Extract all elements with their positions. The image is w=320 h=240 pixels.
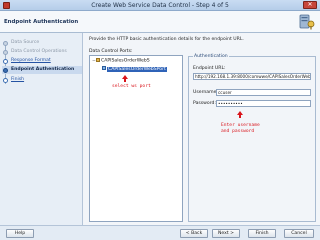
step-response-format[interactable]: Response Format <box>2 57 82 65</box>
authentication-group: Authentication Endpoint URL: http://192.… <box>188 54 316 222</box>
window-title: Create Web Service Data Control - Step 4… <box>91 2 229 9</box>
port-icon <box>102 66 106 70</box>
tree-node-port[interactable]: CAPISalesOrderWebSPort <box>102 66 167 73</box>
username-label: Username: <box>193 90 218 95</box>
back-button[interactable]: < Back <box>180 229 208 238</box>
ports-label: Data Control Ports: <box>89 49 133 54</box>
step-label: Data Control Operations <box>11 49 67 54</box>
step-label: Data Source <box>11 40 40 45</box>
endpoint-url-label: Endpoint URL: <box>193 66 226 71</box>
finish-button[interactable]: Finish <box>248 229 276 238</box>
step-marker-icon <box>3 68 8 73</box>
step-marker-icon <box>3 78 8 83</box>
step-label: Endpoint Authentication <box>11 67 75 72</box>
authentication-legend: Authentication <box>193 54 229 59</box>
wizard-body: Data Source Data Control Operations Resp… <box>0 33 320 225</box>
tree-node-service[interactable]: − CAPISalesOrderWebS <box>92 58 150 65</box>
wizard-footer: Help < Back Next > Finish Cancel <box>0 225 320 240</box>
annotation-arrow-stem <box>124 79 126 82</box>
wizard-steps: Data Source Data Control Operations Resp… <box>0 33 83 225</box>
step-data-source: Data Source <box>2 39 82 47</box>
step-label[interactable]: Response Format <box>11 58 51 63</box>
server-key-icon <box>299 14 315 30</box>
step-endpoint-authentication[interactable]: Endpoint Authentication <box>2 66 82 74</box>
step-marker-icon <box>3 59 8 64</box>
help-button[interactable]: Help <box>6 229 34 238</box>
password-field[interactable]: •••••••••• <box>216 100 311 107</box>
service-icon <box>96 58 100 62</box>
annotation-credentials-line1: Enter username <box>221 123 260 128</box>
endpoint-url-field[interactable]: http://192.168.1.39:8000/comwwe/CAPISale… <box>193 73 311 80</box>
password-label: Password: <box>193 101 217 106</box>
annotation-arrow-stem <box>239 115 241 118</box>
close-button[interactable]: ✕ <box>303 1 317 9</box>
wizard-header: Endpoint Authentication <box>0 11 320 33</box>
username-field[interactable]: ccuser <box>216 89 311 96</box>
ports-tree[interactable]: − CAPISalesOrderWebS CAPISalesOrderWebSPo… <box>89 55 183 222</box>
step-marker-icon <box>3 41 8 46</box>
step-marker-icon <box>3 50 8 55</box>
instruction-text: Provide the HTTP basic authentication de… <box>89 37 244 42</box>
annotation-credentials-line2: and password <box>221 129 255 134</box>
step-data-control-operations: Data Control Operations <box>2 48 82 56</box>
step-label[interactable]: Finish <box>11 77 24 82</box>
next-button[interactable]: Next > <box>212 229 240 238</box>
annotation-select-port: select ws port <box>112 84 151 89</box>
step-finish[interactable]: Finish <box>2 76 82 84</box>
cancel-button[interactable]: Cancel <box>284 229 314 238</box>
wizard-content: Provide the HTTP basic authentication de… <box>84 33 320 225</box>
window-titlebar: Create Web Service Data Control - Step 4… <box>0 0 320 11</box>
page-title: Endpoint Authentication <box>4 19 79 25</box>
